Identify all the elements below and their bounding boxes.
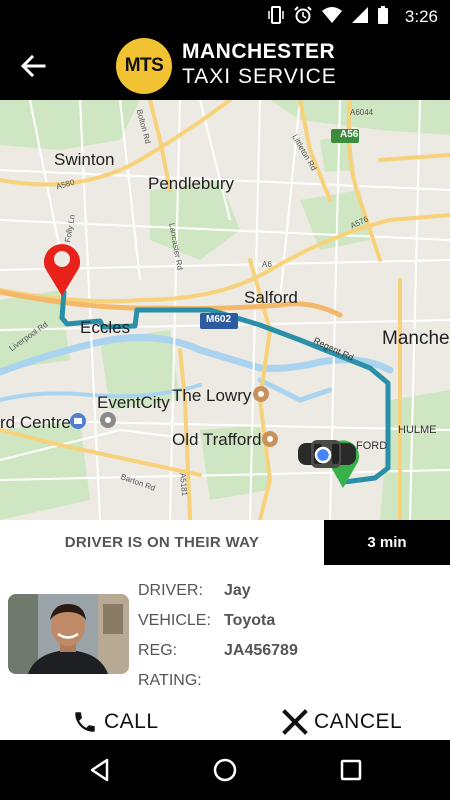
- nav-recents-icon: [340, 759, 362, 781]
- current-location-icon: [314, 446, 332, 464]
- pickup-pin-icon: [44, 244, 80, 296]
- map-label-ford: FORD: [356, 440, 388, 452]
- vehicle-label: VEHICLE:: [138, 612, 211, 629]
- the-lowry-marker-icon: [253, 386, 269, 402]
- status-icons: [268, 6, 388, 24]
- battery-icon: [378, 6, 388, 24]
- back-button[interactable]: [18, 52, 48, 80]
- road-label-a6: A6: [262, 260, 272, 269]
- reg-value: JA456789: [224, 642, 298, 659]
- map-label-swinton: Swinton: [54, 150, 115, 169]
- nav-back-button[interactable]: [87, 757, 113, 783]
- vibrate-icon: [268, 6, 284, 24]
- map-label-the-lowry: The Lowry: [172, 386, 252, 405]
- eta-badge: 3 min: [324, 520, 450, 565]
- nav-recents-button[interactable]: [338, 757, 364, 783]
- call-button[interactable]: CALL: [72, 704, 159, 740]
- app-bar: MTS MANCHESTER TAXI SERVICE: [0, 32, 450, 100]
- map-label-eccles: Eccles: [80, 318, 131, 337]
- signal-icon: [352, 7, 368, 23]
- nav-back-icon: [90, 758, 109, 782]
- road-label-a6044: A6044: [350, 108, 374, 117]
- cancel-label: CANCEL: [314, 710, 403, 733]
- close-icon: [282, 709, 308, 735]
- system-nav-bar: [0, 740, 450, 800]
- road-label-a56: A56: [340, 129, 359, 140]
- logo: MTS: [116, 38, 172, 94]
- road-label-a5181: A5181: [178, 472, 190, 497]
- route-map[interactable]: Swinton Pendlebury Salford Eccles Manche…: [0, 100, 450, 520]
- vehicle-value: Toyota: [224, 612, 276, 629]
- road-label-m602: M602: [206, 314, 232, 325]
- map-label-trafford-centre: rd Centre: [0, 413, 71, 432]
- trip-status-text: DRIVER IS ON THEIR WAY: [64, 534, 260, 551]
- shopping-marker-icon: [70, 413, 86, 429]
- cancel-button[interactable]: CANCEL: [282, 704, 402, 740]
- map-label-manchester: Manche: [382, 328, 450, 349]
- old-trafford-marker-icon: [262, 431, 278, 447]
- map-label-eventcity: EventCity: [97, 393, 170, 412]
- alarm-icon: [294, 6, 312, 24]
- clock: 3:26: [404, 7, 438, 26]
- trip-status-row: DRIVER IS ON THEIR WAY 3 min: [0, 520, 450, 565]
- map-label-pendlebury: Pendlebury: [148, 174, 235, 193]
- brand-title: MANCHESTER TAXI SERVICE: [182, 40, 337, 90]
- status-bar: 3:26: [0, 0, 450, 32]
- nav-home-button[interactable]: [212, 757, 238, 783]
- eventcity-marker-icon: [100, 412, 116, 428]
- back-arrow-icon: [20, 54, 46, 78]
- phone-icon: [75, 712, 95, 732]
- call-label: CALL: [104, 710, 159, 733]
- reg-label: REG:: [138, 642, 178, 659]
- driver-label: DRIVER:: [138, 582, 203, 599]
- map-label-old-trafford: Old Trafford: [172, 430, 262, 449]
- brand-line-1: MANCHESTER: [182, 40, 336, 63]
- rating-label: RATING:: [138, 672, 202, 689]
- map-label-hulme: HULME: [398, 424, 437, 436]
- wifi-icon: [322, 7, 342, 23]
- driver-avatar: [8, 594, 129, 674]
- map-label-salford: Salford: [244, 288, 298, 307]
- nav-home-icon: [213, 758, 237, 782]
- driver-name: Jay: [224, 582, 251, 599]
- brand-line-2: TAXI SERVICE: [182, 65, 337, 88]
